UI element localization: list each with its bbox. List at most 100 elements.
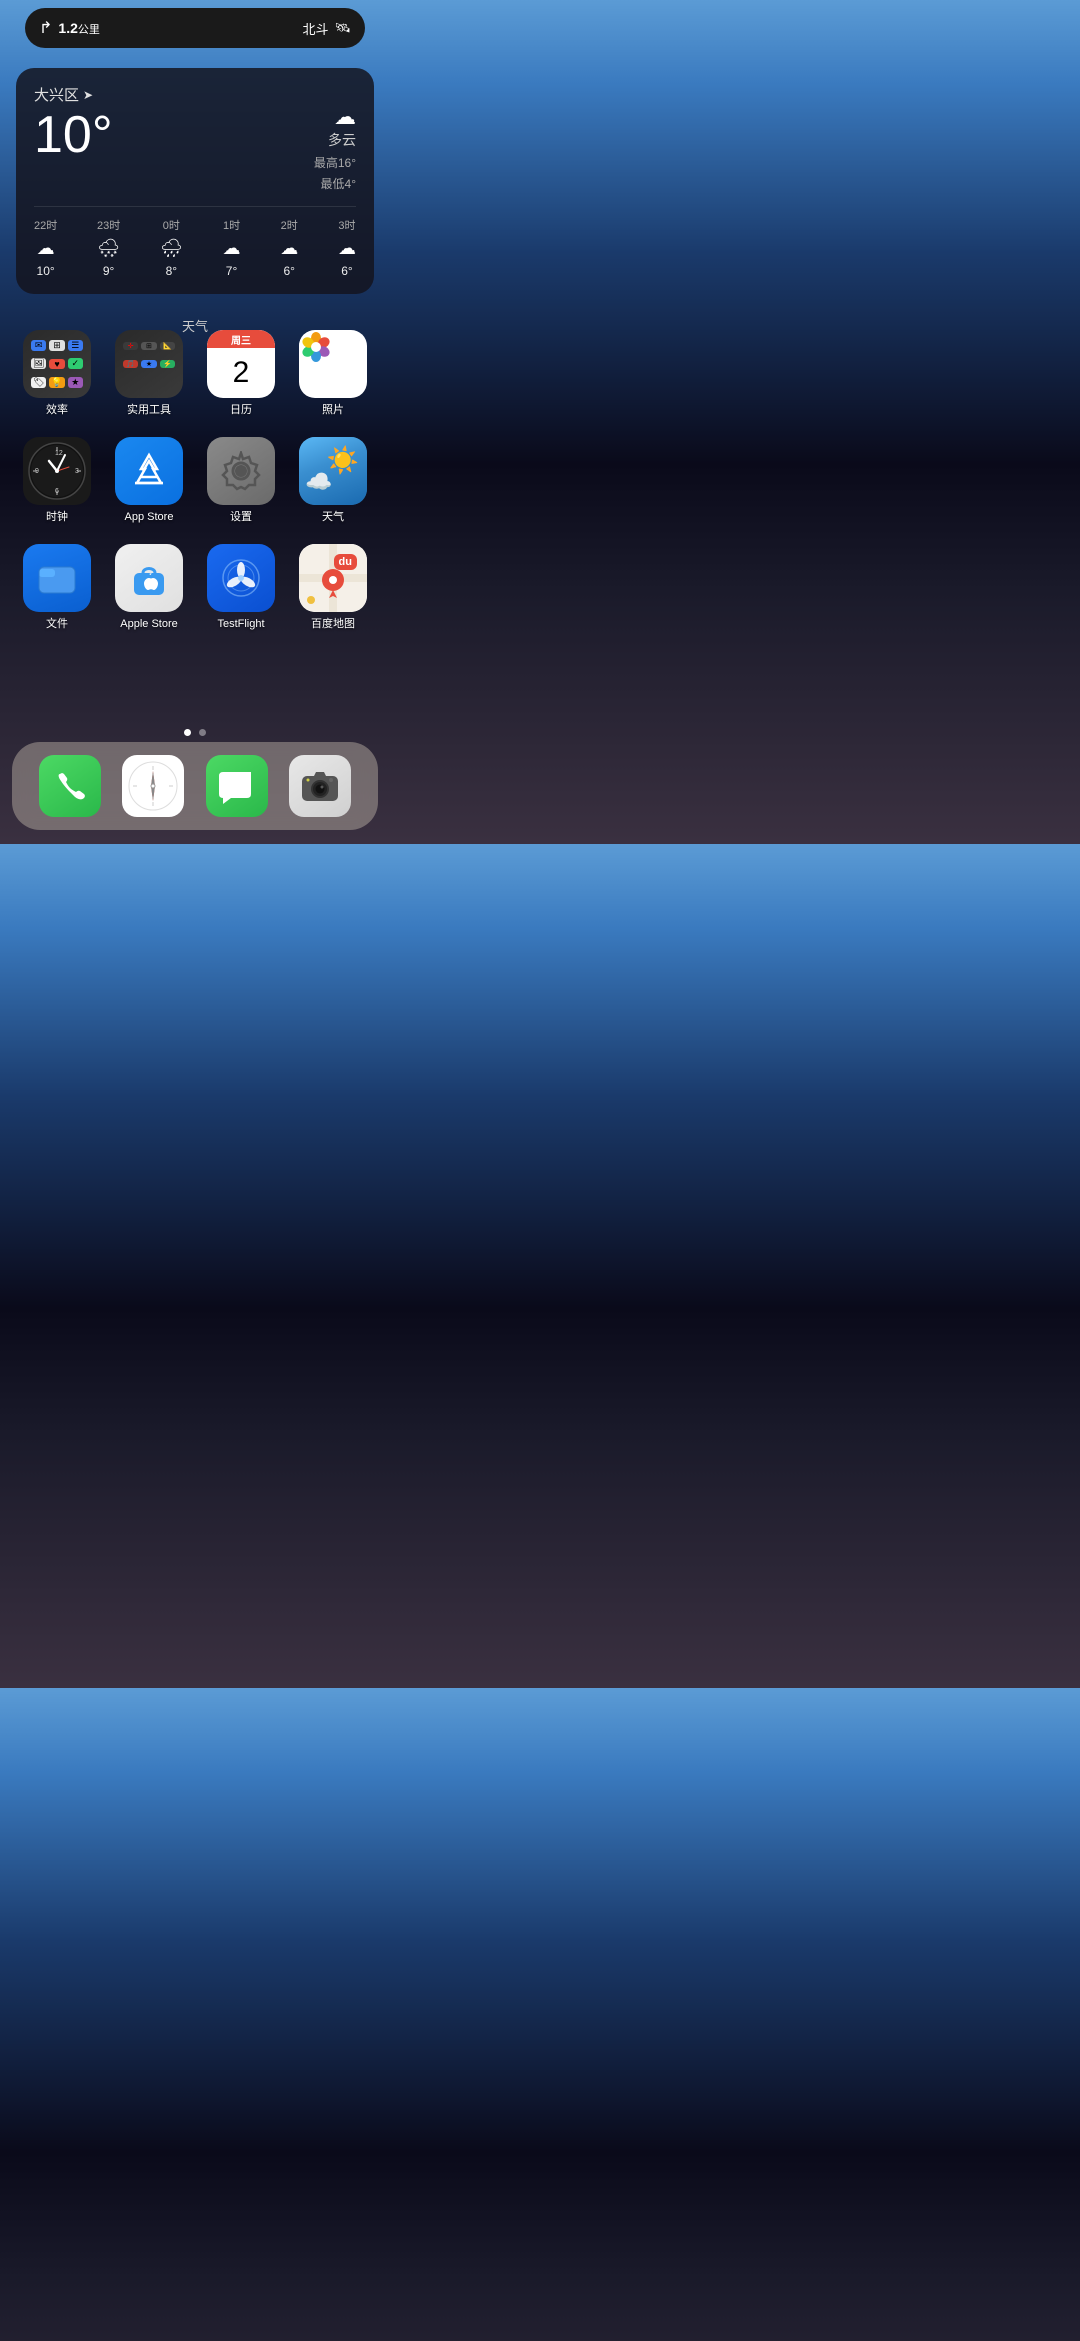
page-dot-2[interactable]	[199, 729, 206, 736]
hour-icon-0: 🌧	[160, 238, 183, 259]
hour-label-22: 22时	[34, 217, 57, 233]
app-applestore[interactable]: Apple Store	[108, 544, 190, 631]
page-dot-1[interactable]	[184, 729, 191, 736]
folder-mini-star2: ★	[141, 360, 156, 368]
folder-mini-tag: 🏷	[31, 377, 46, 388]
weather-high: 最高16°	[314, 154, 356, 171]
app-appstore[interactable]: App Store	[108, 437, 190, 524]
testflight-icon	[207, 544, 275, 612]
phone-icon	[39, 755, 101, 817]
photos-flower-svg	[301, 332, 331, 362]
settings-gear-svg	[221, 451, 261, 491]
nav-service-label: 北斗	[302, 19, 328, 38]
hour-temp-2: 6°	[283, 264, 294, 278]
folder-mini-compass: ✛	[123, 342, 138, 350]
hour-label-2: 2时	[281, 217, 298, 233]
app-efficiency[interactable]: ✉ ⊞ ☰ 🖼 ♥ ✓ 🏷 💡 ★ 效率	[16, 330, 98, 417]
camera-svg	[301, 770, 339, 802]
safari-icon	[122, 755, 184, 817]
weather-left: 大兴区 ➤ 10°	[34, 84, 113, 161]
safari-svg	[128, 761, 178, 811]
hour-temp-1: 7°	[226, 264, 237, 278]
folder-mini-heart: ♥	[49, 359, 64, 369]
folder-mini-list: ☰	[68, 340, 83, 351]
app-baidu[interactable]: du 百度地图	[292, 544, 374, 631]
hour-label-0: 0时	[163, 217, 180, 233]
hour-temp-22: 10°	[37, 264, 55, 278]
app-grid: ✉ ⊞ ☰ 🖼 ♥ ✓ 🏷 💡 ★ 效率 ✛ ⊞ 📐 🎵 ★ ⚡ 实用工具 周三	[16, 330, 374, 632]
tools-icon: ✛ ⊞ 📐 🎵 ★ ⚡	[115, 330, 183, 398]
folder-mini-check: ✓	[68, 358, 83, 369]
dock-app-messages[interactable]	[206, 755, 268, 817]
applestore-bag-svg	[130, 559, 168, 597]
hour-icon-1: ☁	[223, 238, 241, 259]
photos-label: 照片	[322, 404, 344, 417]
calendar-weekday: 周三	[231, 332, 251, 347]
svg-text:6: 6	[55, 488, 59, 495]
weather-hour-3: 3时 ☁ 6°	[338, 217, 356, 278]
hour-label-1: 1时	[223, 217, 240, 233]
hour-icon-23: 🌨	[97, 238, 120, 259]
camera-icon	[289, 755, 351, 817]
tools-label: 实用工具	[127, 404, 171, 417]
weather-header: 大兴区 ➤ 10° ☁ 多云 最高16° 最低4°	[34, 84, 356, 192]
folder-mini-bulb: 💡	[49, 377, 64, 388]
weather-hour-1: 1时 ☁ 7°	[223, 217, 241, 278]
nav-satellite-icon: 🛰	[334, 20, 351, 36]
dock-app-phone[interactable]	[39, 755, 101, 817]
appstore-icon	[115, 437, 183, 505]
distance-unit: 公里	[78, 24, 100, 36]
clock-svg: 12 3 6 9	[27, 441, 87, 501]
calendar-icon: 周三 2	[207, 330, 275, 398]
baidu-bg: du	[299, 544, 367, 612]
app-weather[interactable]: ☀️ ☁️ 天气	[292, 437, 374, 524]
baidu-pin-svg	[321, 568, 345, 600]
appstore-logo-svg	[129, 451, 169, 491]
weather-hour-23: 23时 🌨 9°	[97, 217, 120, 278]
weather-temperature: 10°	[34, 109, 113, 161]
files-folder-svg	[37, 559, 77, 597]
weather-condition: 多云	[314, 130, 356, 150]
app-settings[interactable]: 设置	[200, 437, 282, 524]
efficiency-label: 效率	[46, 404, 68, 417]
location-name: 大兴区	[34, 84, 79, 105]
weather-app-icon: ☀️ ☁️	[299, 437, 367, 505]
folder-mini-mail: ✉	[31, 340, 46, 351]
nav-distance: 1.2公里	[58, 20, 99, 37]
folder-mini-img: 🖼	[31, 358, 46, 369]
folder-mini-music: 🎵	[123, 360, 138, 368]
hour-temp-3: 6°	[341, 264, 352, 278]
app-testflight[interactable]: TestFlight	[200, 544, 282, 631]
dock-app-safari[interactable]	[122, 755, 184, 817]
folder-mini-calc: ⊞	[141, 342, 156, 350]
navigation-bar: ↱ 1.2公里 北斗 🛰	[25, 8, 365, 48]
app-files[interactable]: 文件	[16, 544, 98, 631]
weather-cloud-app-icon: ☁️	[305, 469, 332, 495]
applestore-label: Apple Store	[120, 618, 177, 631]
dock-app-camera[interactable]	[289, 755, 351, 817]
testflight-label: TestFlight	[217, 618, 264, 631]
hour-icon-22: ☁	[37, 238, 55, 259]
hour-icon-2: ☁	[280, 238, 298, 259]
folder-mini-star: ★	[68, 377, 83, 388]
baidu-icon: du	[299, 544, 367, 612]
page-dots	[184, 729, 206, 736]
app-tools[interactable]: ✛ ⊞ 📐 🎵 ★ ⚡ 实用工具	[108, 330, 190, 417]
settings-icon	[207, 437, 275, 505]
phone-svg	[54, 770, 86, 802]
calendar-day-number: 2	[233, 358, 250, 388]
messages-icon	[206, 755, 268, 817]
app-photos[interactable]: 照片	[292, 330, 374, 417]
calendar-header: 周三	[207, 330, 275, 348]
weather-hour-2: 2时 ☁ 6°	[280, 217, 298, 278]
calendar-label: 日历	[230, 404, 252, 417]
folder-mini-bolt: ⚡	[160, 360, 175, 368]
folder-mini-grid: ⊞	[49, 340, 64, 351]
svg-text:9: 9	[35, 468, 39, 475]
hour-temp-23: 9°	[103, 264, 114, 278]
app-clock[interactable]: 12 3 6 9 时钟	[16, 437, 98, 524]
applestore-icon	[115, 544, 183, 612]
app-calendar[interactable]: 周三 2 日历	[200, 330, 282, 417]
weather-widget[interactable]: 大兴区 ➤ 10° ☁ 多云 最高16° 最低4° 22时 ☁ 10° 23时 …	[16, 68, 374, 294]
hour-temp-0: 8°	[166, 264, 177, 278]
